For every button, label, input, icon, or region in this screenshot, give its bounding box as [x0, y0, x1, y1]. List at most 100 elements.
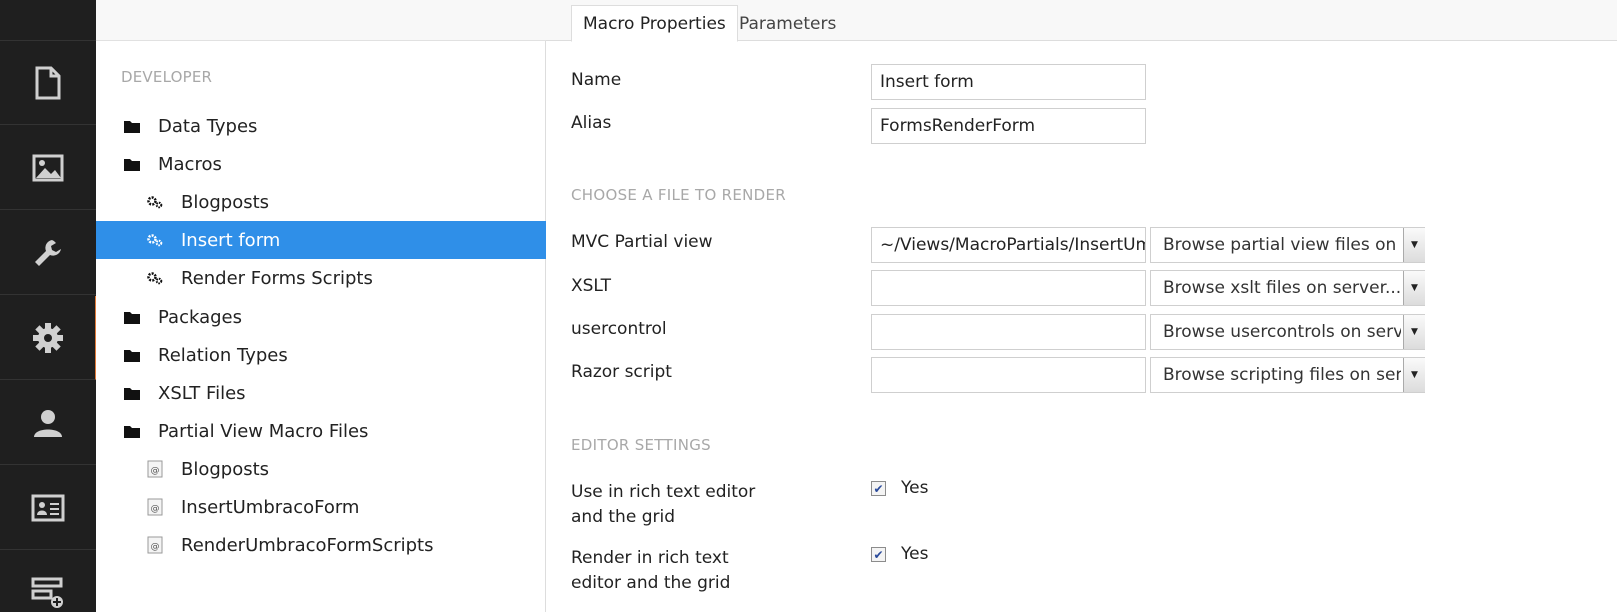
tree-item-macros[interactable]: Macros: [96, 145, 546, 183]
tree-item-xslt-files[interactable]: XSLT Files: [96, 374, 546, 412]
tree-item-insert-form[interactable]: Insert form: [96, 221, 546, 259]
id-card-icon: [31, 494, 65, 521]
render-in-rte-checkbox[interactable]: ✔: [871, 547, 886, 562]
alias-label: Alias: [571, 113, 612, 133]
tree-item-data-types[interactable]: Data Types: [96, 107, 546, 145]
section-top-slot: [0, 0, 96, 41]
alias-input[interactable]: FormsRenderForm: [871, 108, 1146, 144]
render-in-rte-label-line-2: editor and the grid: [571, 573, 731, 593]
folder-icon: [123, 155, 141, 173]
tree-item-label: Data Types: [158, 115, 258, 137]
folder-icon: [123, 117, 141, 135]
name-input[interactable]: Insert form: [871, 64, 1146, 100]
mvc-partial-view-label: MVC Partial view: [571, 232, 713, 252]
use-in-rte-label: Use in rich text editor and the grid: [571, 480, 755, 530]
checkmark-icon: ✔: [873, 547, 884, 562]
use-in-rte-label-line-2: and the grid: [571, 507, 675, 527]
use-in-rte-checkbox[interactable]: ✔: [871, 481, 886, 496]
tree-item-label: Relation Types: [158, 344, 288, 366]
tree-item-macro-blogposts[interactable]: Blogposts: [96, 183, 546, 221]
tree-item-pv-insert-umbraco-form[interactable]: @ InsertUmbracoForm: [96, 488, 546, 526]
select-value: Browse partial view files on server...: [1163, 235, 1401, 255]
xslt-label: XSLT: [571, 276, 611, 296]
cogs-icon: [146, 193, 164, 211]
form-add-icon: [31, 577, 63, 608]
tree-item-pv-render-umbraco-form-scripts[interactable]: @ RenderUmbracoFormScripts: [96, 526, 546, 564]
editor-section-heading: EDITOR SETTINGS: [571, 436, 711, 454]
svg-text:@: @: [151, 504, 160, 514]
file-section-heading: CHOOSE A FILE TO RENDER: [571, 186, 787, 204]
name-label: Name: [571, 70, 622, 90]
tree-section-title: DEVELOPER: [121, 68, 213, 86]
mvc-partial-view-input[interactable]: ~/Views/MacroPartials/InsertUmbracoForm.…: [871, 227, 1146, 263]
tree-item-pv-blogposts[interactable]: @ Blogposts: [96, 450, 546, 488]
folder-icon: [123, 422, 141, 440]
folder-icon: [123, 346, 141, 364]
tree-item-partial-view-macro-files[interactable]: Partial View Macro Files: [96, 412, 546, 450]
razor-file-icon: @: [146, 536, 164, 554]
use-in-rte-value: Yes: [901, 478, 929, 498]
tab-parameters[interactable]: Parameters: [728, 5, 847, 42]
razor-file-icon: @: [146, 498, 164, 516]
render-in-rte-label-line-1: Render in rich text: [571, 548, 729, 568]
tree-item-render-forms-scripts[interactable]: Render Forms Scripts: [96, 259, 546, 297]
tree-item-label: InsertUmbracoForm: [181, 496, 360, 518]
cogs-icon: [146, 269, 164, 287]
razor-file-icon: @: [146, 460, 164, 478]
image-icon: [32, 154, 64, 181]
folder-icon: [123, 384, 141, 402]
usercontrol-label: usercontrol: [571, 319, 667, 339]
checkmark-icon: ✔: [873, 481, 884, 496]
usercontrol-input[interactable]: [871, 314, 1146, 350]
mvc-partial-view-select[interactable]: Browse partial view files on server... ▼: [1150, 227, 1425, 263]
tab-macro-properties[interactable]: Macro Properties: [571, 5, 738, 42]
tree-item-label: RenderUmbracoFormScripts: [181, 534, 434, 556]
tab-bar: Macro Properties Parameters: [546, 0, 1617, 42]
gear-icon: [32, 322, 63, 353]
tree-item-relation-types[interactable]: Relation Types: [96, 336, 546, 374]
section-media[interactable]: [0, 126, 96, 210]
section-members[interactable]: [0, 466, 96, 550]
chevron-down-icon: ▼: [1403, 358, 1425, 392]
section-settings[interactable]: [0, 211, 96, 295]
render-in-rte-value: Yes: [901, 544, 929, 564]
use-in-rte-label-line-1: Use in rich text editor: [571, 482, 756, 502]
tree-item-label: Insert form: [181, 229, 281, 251]
tree-item-label: Macros: [158, 153, 222, 175]
user-icon: [34, 409, 62, 437]
xslt-input[interactable]: [871, 270, 1146, 306]
tree-item-label: Blogposts: [181, 458, 270, 480]
document-icon: [35, 66, 61, 99]
chevron-down-icon: ▼: [1403, 271, 1425, 305]
section-users[interactable]: [0, 381, 96, 465]
select-value: Browse xslt files on server...: [1163, 278, 1401, 298]
tree-item-packages[interactable]: Packages: [96, 298, 546, 336]
tree-item-label: Blogposts: [181, 191, 270, 213]
tree-panel: DEVELOPER Data Types Macros Blogposts In…: [96, 0, 546, 612]
tree-item-label: Render Forms Scripts: [181, 267, 373, 289]
macro-editor: Macro Properties Parameters Name Insert …: [546, 0, 1617, 612]
razor-script-label: Razor script: [571, 362, 672, 382]
xslt-select[interactable]: Browse xslt files on server... ▼: [1150, 270, 1425, 306]
tree-item-label: Packages: [158, 306, 242, 328]
select-value: Browse scripting files on server...: [1163, 365, 1401, 385]
usercontrol-select[interactable]: Browse usercontrols on server... ▼: [1150, 314, 1425, 350]
select-value: Browse usercontrols on server...: [1163, 322, 1401, 342]
svg-text:@: @: [151, 466, 160, 476]
section-sidebar: [0, 0, 96, 612]
section-content[interactable]: [0, 41, 96, 125]
razor-script-select[interactable]: Browse scripting files on server... ▼: [1150, 357, 1425, 393]
wrench-icon: [35, 239, 61, 266]
razor-script-input[interactable]: [871, 357, 1146, 393]
folder-icon: [123, 308, 141, 326]
section-developer[interactable]: [0, 296, 96, 380]
tree-header-bar: [96, 0, 546, 41]
svg-text:@: @: [151, 542, 160, 552]
section-forms[interactable]: [0, 551, 96, 612]
chevron-down-icon: ▼: [1403, 228, 1425, 262]
render-in-rte-label: Render in rich text editor and the grid: [571, 546, 730, 596]
cogs-icon: [146, 231, 164, 249]
chevron-down-icon: ▼: [1403, 315, 1425, 349]
tree-item-label: Partial View Macro Files: [158, 420, 369, 442]
tree-item-label: XSLT Files: [158, 382, 246, 404]
